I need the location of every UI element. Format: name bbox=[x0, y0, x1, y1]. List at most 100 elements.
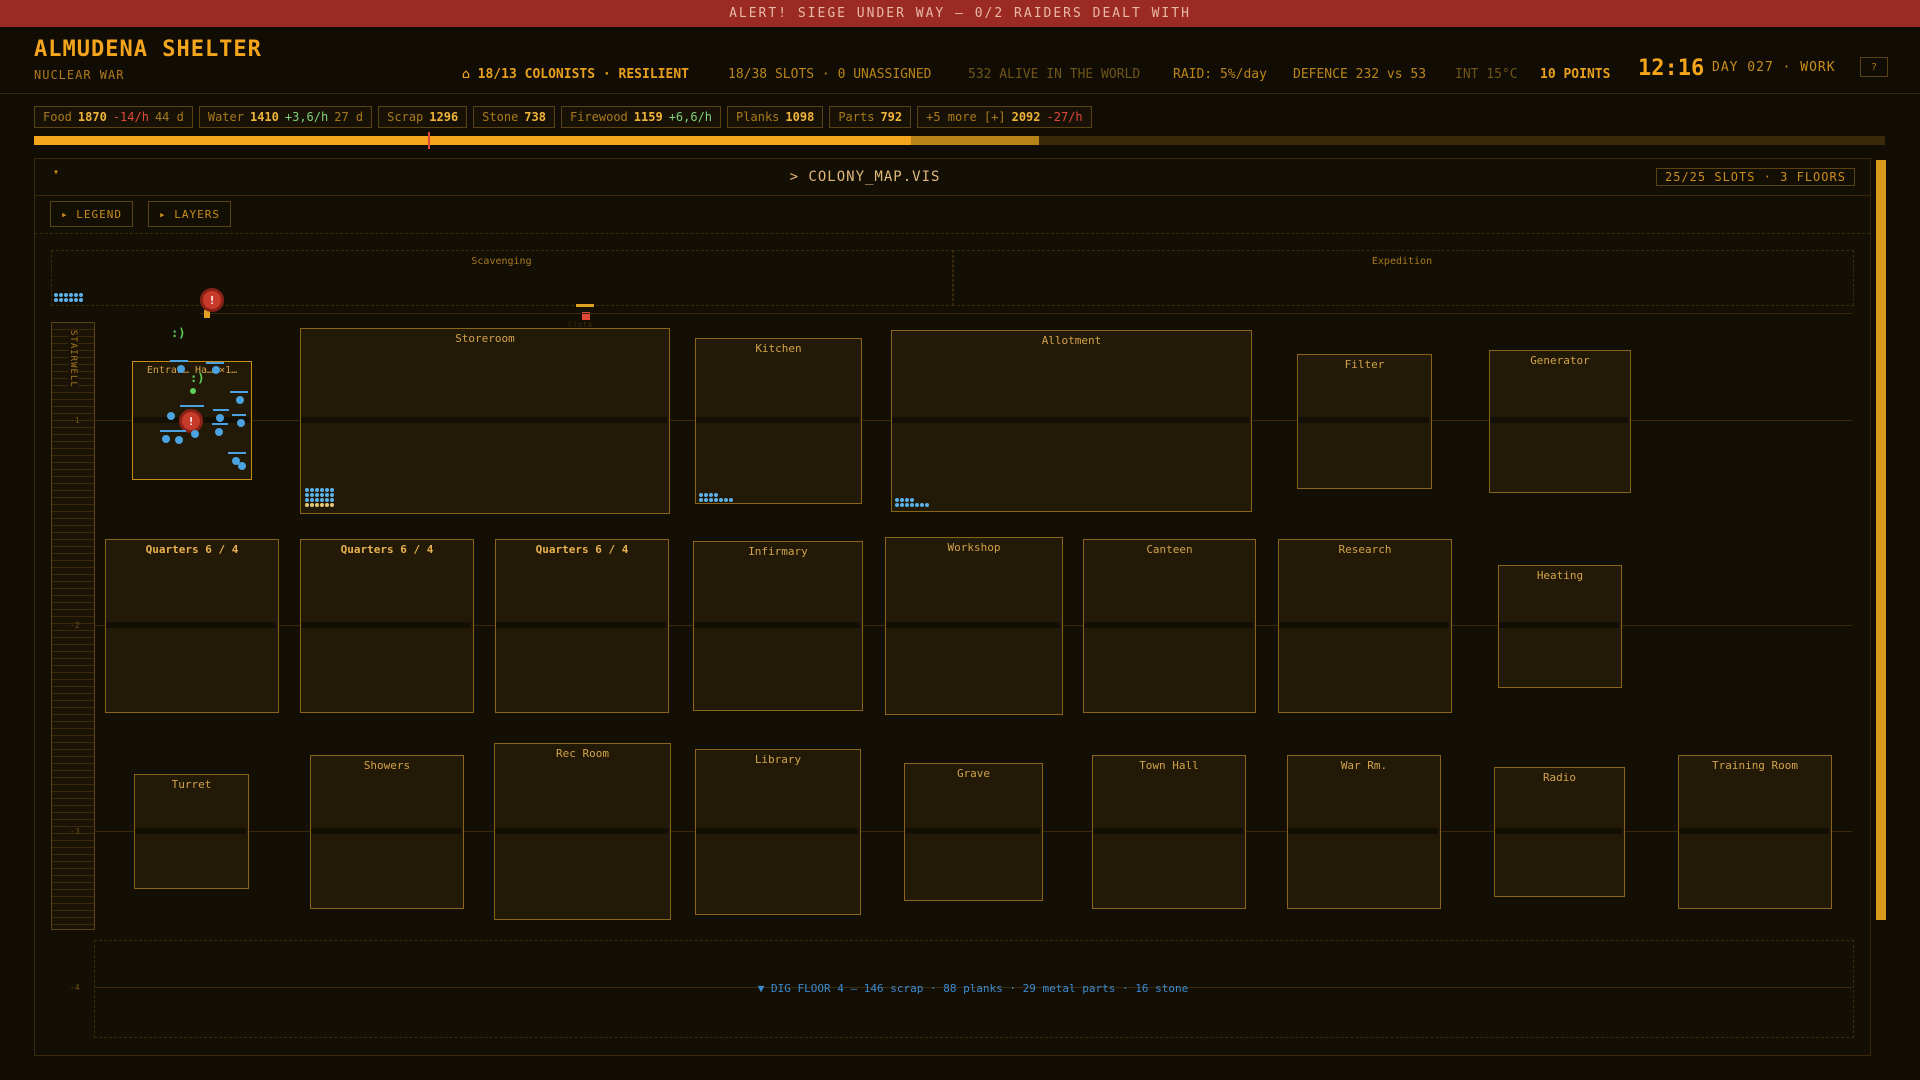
room-label: Heating bbox=[1536, 569, 1584, 582]
colonist[interactable] bbox=[190, 388, 196, 394]
resource-name: +5 more [+] bbox=[926, 110, 1006, 124]
scavenger-group[interactable] bbox=[54, 293, 83, 302]
top-header: ALMUDENA SHELTER NUCLEAR WAR ⌂ 18/13 COL… bbox=[0, 27, 1920, 94]
help-button[interactable]: ? bbox=[1860, 57, 1888, 77]
resource-chip-scrap[interactable]: Scrap 1296 bbox=[378, 106, 468, 128]
room-label: Library bbox=[754, 753, 802, 766]
room-label: Training Room bbox=[1711, 759, 1799, 772]
resource-value: 1296 bbox=[429, 110, 459, 124]
raid-status: RAID: 5%/day bbox=[1173, 67, 1267, 82]
resource-chip-water[interactable]: Water 1410 +3,6/h 27 d bbox=[198, 106, 373, 128]
room-floor-gap bbox=[892, 417, 1249, 423]
room-floor-gap bbox=[1499, 622, 1619, 628]
colonist[interactable] bbox=[191, 430, 199, 438]
resource-value: 1159 bbox=[633, 110, 663, 124]
day-progress-fill bbox=[34, 136, 912, 145]
colonist[interactable] bbox=[212, 366, 220, 374]
colonist[interactable] bbox=[177, 365, 185, 373]
colonist[interactable] bbox=[162, 435, 170, 443]
resource-value: 1410 bbox=[249, 110, 279, 124]
room-label: Town Hall bbox=[1139, 759, 1199, 772]
alive-world-status: 532 ALIVE IN THE WORLD bbox=[968, 67, 1141, 82]
resource-chip-more[interactable]: +5 more [+] 2092 -27/h bbox=[917, 106, 1092, 128]
resource-value: 2092 bbox=[1011, 110, 1041, 124]
room-label: Quarters 6 / 4 bbox=[535, 543, 629, 556]
siege-alert-text: ALERT! SIEGE UNDER WAY — 0/2 RAIDERS DEA… bbox=[729, 6, 1191, 21]
colonist-health-bar bbox=[232, 414, 246, 416]
room-floor-gap bbox=[311, 828, 461, 834]
resource-value: 1870 bbox=[77, 110, 107, 124]
resource-name: Planks bbox=[736, 110, 780, 124]
layers-button[interactable]: ▸ LAYERS bbox=[148, 201, 231, 227]
defence-status: DEFENCE 232 vs 53 bbox=[1293, 67, 1427, 82]
room-label: Allotment bbox=[1041, 334, 1102, 347]
resource-days: 27 d bbox=[334, 110, 364, 124]
colonists-status[interactable]: ⌂ 18/13 COLONISTS · RESILIENT bbox=[462, 67, 689, 82]
room-floor-gap bbox=[694, 622, 860, 628]
storeroom-stock bbox=[305, 488, 334, 507]
resource-chip-planks[interactable]: Planks 1098 bbox=[727, 106, 824, 128]
expedition-label: Expedition bbox=[1371, 256, 1433, 267]
map-scrollbar[interactable] bbox=[1876, 160, 1886, 920]
colonist-health-bar bbox=[212, 423, 228, 425]
room-label: Grave bbox=[956, 767, 991, 780]
room-floor-gap bbox=[135, 828, 246, 834]
colonist[interactable] bbox=[175, 436, 183, 444]
raider-alert-icon[interactable]: ! bbox=[200, 288, 224, 312]
room-label: Rec Room bbox=[556, 747, 609, 760]
colonist[interactable] bbox=[216, 414, 224, 422]
legend-button[interactable]: ▸ LEGEND bbox=[50, 201, 133, 227]
colonist-health-bar bbox=[180, 405, 204, 407]
colonist[interactable] bbox=[167, 412, 175, 420]
room-label: Quarters 6 / 4 bbox=[340, 543, 434, 556]
colonist[interactable] bbox=[236, 396, 244, 404]
resource-value: 1098 bbox=[785, 110, 815, 124]
colonist-health-bar bbox=[206, 362, 224, 364]
colonist-health-bar bbox=[228, 452, 246, 454]
colonist-health-bar bbox=[230, 391, 248, 393]
siege-alert-banner: ALERT! SIEGE UNDER WAY — 0/2 RAIDERS DEA… bbox=[0, 0, 1920, 27]
resource-name: Scrap bbox=[387, 110, 424, 124]
points-status[interactable]: 10 POINTS bbox=[1540, 67, 1610, 82]
toolbar-divider bbox=[35, 233, 1870, 234]
allotment-stock bbox=[895, 498, 929, 507]
room-label: Showers bbox=[363, 759, 411, 772]
resource-chip-parts[interactable]: Parts 792 bbox=[829, 106, 912, 128]
room-label: Radio bbox=[1542, 771, 1577, 784]
day-progress-marker bbox=[428, 132, 431, 149]
resource-rate: +6,6/h bbox=[668, 110, 713, 124]
colonist[interactable] bbox=[237, 419, 245, 427]
dig-floor-cost[interactable]: ▼ DIG FLOOR 4 — 146 scrap · 88 planks · … bbox=[94, 982, 1852, 995]
colonist-health-bar bbox=[213, 409, 229, 411]
floor-number: -4 bbox=[70, 983, 80, 992]
colonist[interactable] bbox=[215, 428, 223, 436]
room-label: Generator bbox=[1530, 354, 1590, 367]
resource-rate: +3,6/h bbox=[284, 110, 329, 124]
scenario-name: NUCLEAR WAR bbox=[34, 68, 125, 82]
happy-colonist-icon: :) bbox=[171, 326, 186, 340]
floor-number: -2 bbox=[70, 621, 80, 630]
colonist[interactable] bbox=[238, 462, 246, 470]
resource-chip-firewood[interactable]: Firewood 1159 +6,6/h bbox=[560, 106, 722, 128]
map-title: > COLONY_MAP.VIS bbox=[789, 169, 941, 185]
room-floor-gap bbox=[106, 622, 276, 628]
room-floor-gap bbox=[696, 417, 859, 423]
temperature-status: INT 15°C bbox=[1455, 67, 1518, 82]
floor-number: -3 bbox=[70, 827, 80, 836]
map-panel-header: ▾ > COLONY_MAP.VIS 25/25 SLOTS · 3 FLOOR… bbox=[35, 159, 1870, 196]
room-floor-gap bbox=[905, 828, 1040, 834]
game-clock: 12:16 bbox=[1638, 56, 1705, 81]
resource-rate: -14/h bbox=[112, 110, 149, 124]
room-floor-gap bbox=[886, 622, 1060, 628]
resource-value: 738 bbox=[524, 110, 546, 124]
room-label: Filter bbox=[1344, 358, 1385, 371]
day-phase: DAY 027 · WORK bbox=[1712, 60, 1836, 75]
room-floor-gap bbox=[495, 828, 668, 834]
floor-number: -1 bbox=[70, 416, 80, 425]
resource-chip-stone[interactable]: Stone 738 bbox=[473, 106, 555, 128]
slots-status: 18/38 SLOTS · 0 UNASSIGNED bbox=[728, 67, 932, 82]
resource-chip-food[interactable]: Food 1870 -14/h 44 d bbox=[34, 106, 193, 128]
room-floor-gap bbox=[1679, 828, 1829, 834]
room-floor-gap bbox=[1084, 622, 1253, 628]
room-floor-gap bbox=[1298, 417, 1429, 423]
